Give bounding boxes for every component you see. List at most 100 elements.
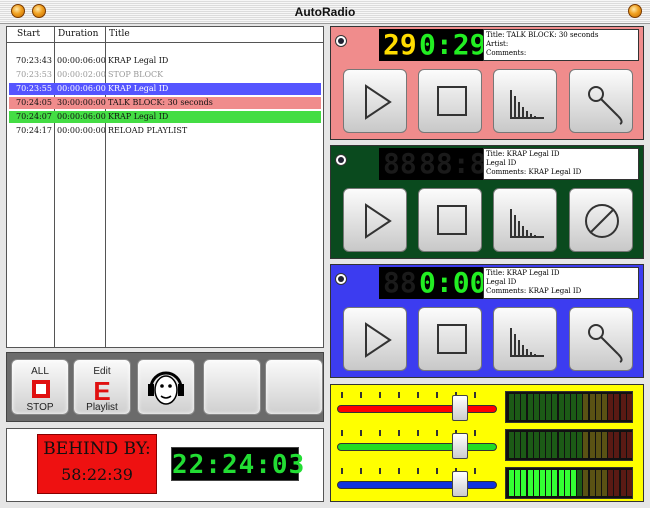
cell-duration: 00:00:06:00 — [57, 56, 106, 65]
deck-action-button[interactable] — [569, 69, 633, 133]
edit-playlist-button[interactable]: Edit E Playlist — [73, 359, 131, 415]
column-header-duration[interactable]: Duration — [58, 29, 98, 39]
cell-start: 70:24:17 — [16, 126, 52, 135]
cell-duration: 00:00:06:00 — [57, 112, 106, 121]
vu-segment — [571, 394, 576, 420]
volume-fader[interactable] — [337, 391, 497, 421]
play-button[interactable] — [343, 307, 407, 371]
cell-title: KRAP Legal ID — [108, 112, 169, 121]
stop-button[interactable] — [418, 188, 482, 252]
fader-track — [337, 481, 497, 489]
column-header-title[interactable]: Title — [109, 29, 130, 39]
vu-segment — [564, 432, 570, 458]
headphones-face-icon — [148, 371, 184, 405]
deck-info-line2: Artist: — [486, 40, 509, 48]
vu-segment — [626, 432, 632, 458]
cell-duration: 30:00:00:00 — [57, 98, 106, 107]
deck-info-title: Title: TALK BLOCK: 30 seconds — [486, 31, 599, 39]
play-button[interactable] — [343, 188, 407, 252]
vu-segment — [602, 432, 607, 458]
deck-info-title: Title: KRAP Legal ID — [486, 269, 560, 277]
vu-segment — [595, 394, 601, 420]
column-header-start[interactable]: Start — [17, 29, 40, 39]
play-button[interactable] — [343, 69, 407, 133]
vu-segment — [571, 470, 576, 496]
vu-segment — [558, 470, 564, 496]
vu-segment — [509, 394, 514, 420]
all-stop-bottom-label: STOP — [26, 402, 54, 413]
deck-info: Title: TALK BLOCK: 30 seconds Artist: Co… — [483, 29, 639, 61]
vu-segment — [546, 470, 552, 496]
vu-segment — [577, 394, 583, 420]
vu-segment — [589, 432, 595, 458]
cell-title: RELOAD PLAYLIST — [108, 126, 188, 135]
fader-knob[interactable] — [452, 395, 468, 421]
fader-ticks — [341, 392, 493, 398]
deck-display: 88 0:00 — [379, 267, 486, 299]
vu-segment — [583, 470, 589, 496]
fader-track — [337, 443, 497, 451]
status-panel: BEHIND BY: 58:22:39 22:24:03 — [6, 428, 324, 502]
vu-segment — [521, 470, 527, 496]
vu-segment — [602, 394, 607, 420]
fader-knob[interactable] — [452, 433, 468, 459]
deck-number: 29 — [383, 28, 417, 61]
fader-knob[interactable] — [452, 471, 468, 497]
window-title: AutoRadio — [294, 5, 356, 19]
vu-segment — [577, 470, 583, 496]
vu-segment — [540, 470, 545, 496]
vu-segment — [620, 394, 626, 420]
deck-select-radio[interactable] — [335, 154, 347, 166]
cell-duration: 00:00:06:00 — [57, 84, 106, 93]
volume-fader[interactable] — [337, 429, 497, 459]
vu-segment — [608, 470, 614, 496]
empty-button-2[interactable] — [265, 359, 323, 415]
deck-select-radio[interactable] — [335, 273, 347, 285]
deck-select-radio[interactable] — [335, 35, 347, 47]
playlist-row[interactable]: 70:23:53 00:00:02:00 STOP BLOCK — [9, 69, 321, 81]
stop-button[interactable] — [418, 307, 482, 371]
deck-info-comments: Comments: — [486, 49, 527, 57]
cell-start: 70:24:07 — [16, 112, 52, 121]
vu-segment — [558, 394, 564, 420]
control-strip: ALL STOP Edit E Playlist — [6, 352, 324, 422]
levels-button[interactable] — [493, 69, 557, 133]
deck-action-button[interactable] — [569, 307, 633, 371]
deck-display: 88 88:88 — [379, 147, 503, 180]
levels-button[interactable] — [493, 188, 557, 252]
vu-segment — [564, 394, 570, 420]
cell-duration: 00:00:02:00 — [57, 70, 106, 79]
playlist-row[interactable]: 70:24:17 00:00:00:00 RELOAD PLAYLIST — [9, 125, 321, 137]
vu-segment — [509, 470, 514, 496]
vu-segment — [602, 470, 607, 496]
deck-action-button[interactable] — [569, 188, 633, 252]
vu-segment — [577, 432, 583, 458]
vu-segment — [540, 432, 545, 458]
playlist-row[interactable]: 70:24:07 00:00:06:00 KRAP Legal ID — [9, 111, 321, 123]
vu-segment — [595, 470, 601, 496]
deck-number: 88 — [383, 147, 417, 180]
deck-display: 29 0:29 — [379, 28, 487, 61]
playlist-table[interactable]: Start Duration Title 70:23:43 00:00:06:00… — [6, 26, 324, 348]
all-stop-top-label: ALL — [31, 366, 49, 377]
vu-segment — [515, 394, 521, 420]
stop-button[interactable] — [418, 69, 482, 133]
playlist-row[interactable]: 70:24:05 30:00:00:00 TALK BLOCK: 30 second… — [9, 97, 321, 109]
playlist-row[interactable]: 70:23:43 00:00:06:00 KRAP Legal ID — [9, 55, 321, 67]
vu-meter — [505, 467, 633, 499]
playlist-row[interactable]: 70:23:55 00:00:06:00 KRAP Legal ID — [9, 83, 321, 95]
deck-3: 88 0:00 Title: KRAP Legal ID Legal ID Co… — [330, 264, 644, 378]
cell-start: 70:24:05 — [16, 98, 52, 107]
volume-fader[interactable] — [337, 467, 497, 497]
cell-title: STOP BLOCK — [108, 70, 164, 79]
deck-time: 0:29 — [419, 28, 487, 61]
levels-button[interactable] — [493, 307, 557, 371]
all-stop-button[interactable]: ALL STOP — [11, 359, 69, 415]
empty-button-1[interactable] — [203, 359, 261, 415]
vu-segment — [608, 432, 614, 458]
vu-segment — [620, 432, 626, 458]
vu-segment — [620, 470, 626, 496]
headphones-button[interactable] — [137, 359, 195, 415]
fader-ticks — [341, 430, 493, 436]
vu-segment — [552, 470, 558, 496]
